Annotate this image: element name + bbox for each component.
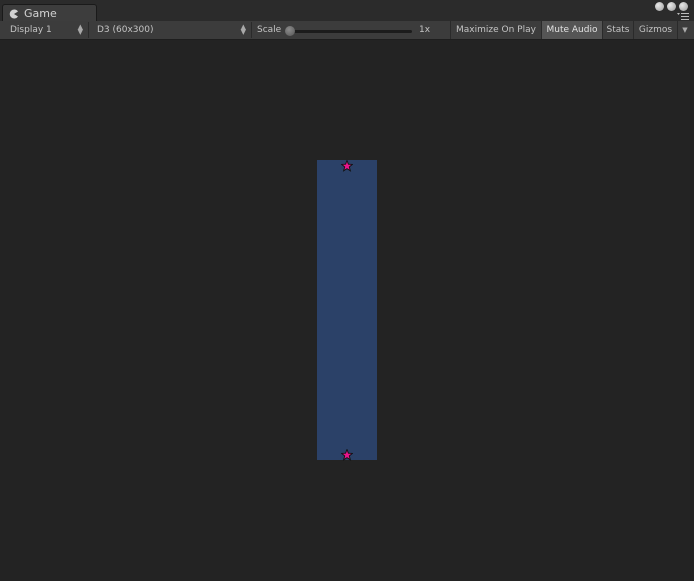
- scale-slider-thumb[interactable]: [285, 26, 295, 36]
- gizmos-label: Gizmos: [638, 25, 673, 35]
- tab-strip: Game: [0, 0, 694, 22]
- gizmos-button[interactable]: Gizmos: [633, 21, 677, 39]
- stats-label: Stats: [606, 25, 630, 35]
- window-button-icon[interactable]: [655, 2, 664, 11]
- pacman-icon: [9, 9, 19, 19]
- display-dropdown[interactable]: Display 1 ▲ ▼: [2, 22, 89, 38]
- game-tab-label: Game: [24, 7, 57, 20]
- resolution-dropdown-label: D3 (60x300): [97, 25, 154, 35]
- gizmos-dropdown-arrow-icon[interactable]: ▼: [677, 21, 692, 39]
- maximize-on-play-label: Maximize On Play: [456, 25, 536, 35]
- dropdown-arrows-icon: ▲ ▼: [77, 23, 83, 36]
- scale-label: Scale: [257, 25, 282, 35]
- stats-button[interactable]: Stats: [602, 21, 633, 39]
- mute-audio-button[interactable]: Mute Audio: [541, 21, 602, 39]
- maximize-on-play-button[interactable]: Maximize On Play: [450, 21, 541, 39]
- mute-audio-label: Mute Audio: [546, 25, 598, 35]
- game-viewport[interactable]: [0, 40, 694, 581]
- window-button-icon[interactable]: [679, 2, 688, 11]
- game-tab[interactable]: Game: [2, 4, 97, 22]
- scale-value: 1x: [419, 25, 431, 35]
- game-view-area: [317, 160, 377, 461]
- resolution-dropdown[interactable]: D3 (60x300) ▲ ▼: [89, 22, 252, 38]
- star-marker-icon: [341, 160, 353, 172]
- star-marker-icon: [341, 449, 353, 461]
- panel-menu-icon[interactable]: [677, 12, 689, 20]
- game-toolbar: Display 1 ▲ ▼ D3 (60x300) ▲ ▼ Scale 1x Max…: [0, 21, 694, 40]
- dropdown-arrows-icon: ▲ ▼: [240, 23, 246, 36]
- window-buttons: [655, 2, 688, 11]
- window-button-icon[interactable]: [667, 2, 676, 11]
- scale-slider-track[interactable]: [288, 30, 412, 33]
- display-dropdown-label: Display 1: [10, 25, 52, 35]
